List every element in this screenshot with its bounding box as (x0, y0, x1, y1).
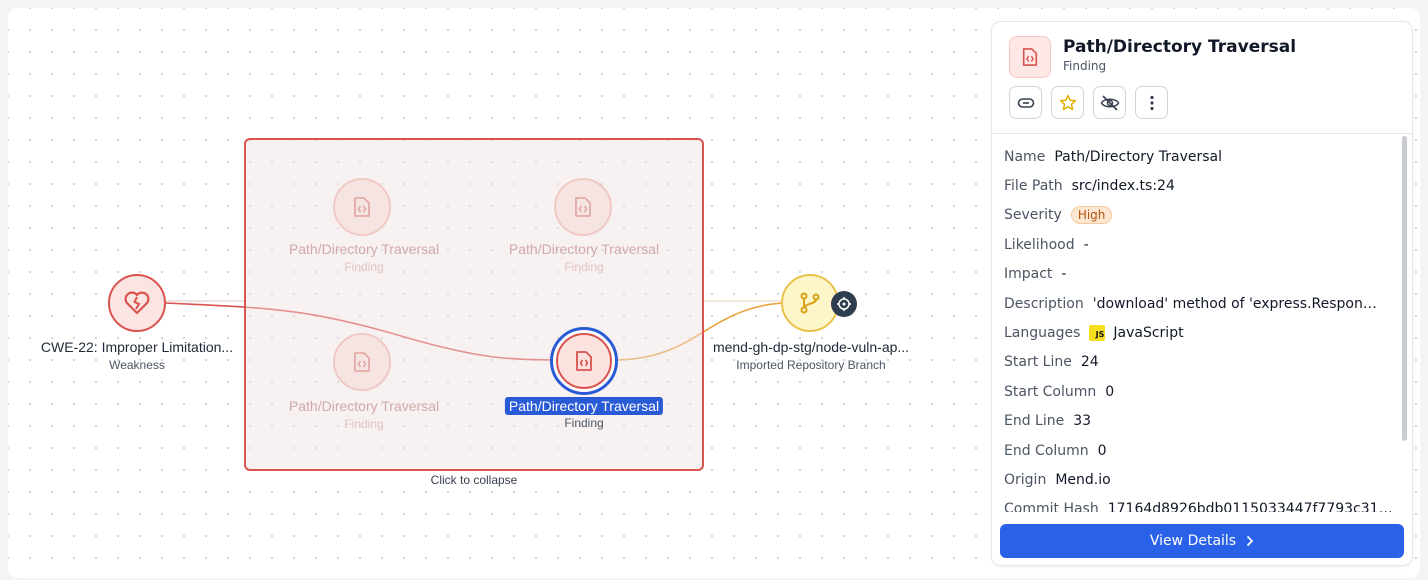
favorite-button[interactable] (1051, 86, 1084, 119)
weakness-circle[interactable] (108, 274, 166, 332)
branch-label: mend-gh-dp-stg/node-vuln-ap... (712, 339, 910, 355)
property-row-commit-hash: Commit Hash 17164d8926bdb0115033447f7793c… (1004, 495, 1394, 512)
link-icon (1017, 97, 1034, 108)
code-file-icon (576, 351, 592, 371)
view-details-label: View Details (1149, 533, 1237, 549)
weakness-sub: Weakness (109, 358, 165, 372)
property-value: 17164d8926bdb0115033447f7793c315… (1107, 501, 1394, 512)
property-row-description: Description 'download' method of 'express… (1004, 289, 1394, 318)
selected-ring[interactable] (550, 327, 618, 395)
finding-circle[interactable] (554, 178, 612, 236)
panel-title: Path/Directory Traversal (1063, 37, 1297, 57)
property-key: Severity (1004, 207, 1062, 224)
property-row-origin: Origin Mend.io (1004, 465, 1394, 494)
copy-link-button[interactable] (1009, 86, 1042, 119)
finding-label: Path/Directory Traversal (508, 241, 660, 257)
property-row-severity: Severity High (1004, 201, 1394, 230)
property-key: Commit Hash (1004, 501, 1099, 512)
more-vertical-icon (1149, 95, 1154, 110)
severity-badge: High (1070, 206, 1113, 225)
code-file-icon (1009, 36, 1051, 78)
property-value: 0 (1097, 442, 1107, 459)
panel-scrollbar[interactable] (1402, 136, 1407, 441)
detail-panel: Path/Directory Traversal Finding Name Pa… (991, 21, 1413, 566)
finding-circle[interactable] (333, 178, 391, 236)
property-key: Description (1004, 295, 1084, 312)
property-key: File Path (1004, 178, 1063, 195)
code-file-icon (354, 352, 370, 372)
property-row-end-line: End Line 33 (1004, 407, 1394, 436)
property-value: 33 (1073, 413, 1092, 430)
property-row-start-line: Start Line 24 (1004, 348, 1394, 377)
finding-circle[interactable] (556, 333, 612, 389)
broken-heart-icon (124, 291, 150, 315)
panel-header: Path/Directory Traversal Finding (992, 22, 1412, 134)
finding-circle[interactable] (333, 333, 391, 391)
property-value: - (1061, 266, 1067, 283)
panel-subtitle: Finding (1063, 59, 1107, 73)
finding-sub: Finding (344, 417, 384, 431)
property-key: Name (1004, 148, 1046, 165)
property-key: End Column (1004, 442, 1089, 459)
javascript-icon: JS (1089, 325, 1106, 342)
property-value: JavaScript (1113, 325, 1184, 342)
finding-group[interactable] (244, 138, 704, 471)
finding-sub: Finding (344, 260, 384, 274)
more-button[interactable] (1135, 86, 1168, 119)
property-row-languages: Languages JS JavaScript (1004, 318, 1394, 347)
property-key: End Line (1004, 413, 1065, 430)
finding-label: Path/Directory Traversal (288, 398, 440, 414)
eye-off-icon (1100, 94, 1119, 111)
property-row-end-column: End Column 0 (1004, 436, 1394, 465)
finding-sub: Finding (564, 260, 604, 274)
property-key: Likelihood (1004, 236, 1075, 253)
star-icon (1059, 94, 1076, 110)
finding-label: Path/Directory Traversal (288, 241, 440, 257)
property-value: - (1083, 236, 1089, 253)
property-value: 0 (1105, 383, 1115, 400)
finding-label-selected: Path/Directory Traversal (504, 397, 664, 415)
property-list: Name Path/Directory Traversal File Path sr… (1004, 142, 1394, 512)
property-row-likelihood: Likelihood - (1004, 230, 1394, 259)
property-value: Path/Directory Traversal (1054, 148, 1223, 165)
property-row-name: Name Path/Directory Traversal (1004, 142, 1394, 171)
weakness-label: CWE-22: Improper Limitation... (40, 339, 234, 355)
branch-sub: Imported Repository Branch (736, 358, 886, 372)
locate-button[interactable] (831, 291, 857, 317)
property-value: 'download' method of 'express.Response… (1092, 295, 1383, 312)
property-key: Impact (1004, 266, 1053, 283)
view-details-button[interactable]: View Details (1000, 524, 1404, 558)
property-row-impact: Impact - (1004, 260, 1394, 289)
chevron-right-icon (1246, 535, 1254, 547)
code-file-icon (575, 197, 591, 217)
property-value: src/index.ts:24 (1071, 178, 1175, 195)
property-row-file-path: File Path src/index.ts:24 (1004, 171, 1394, 200)
property-value: Mend.io (1055, 471, 1111, 488)
property-row-start-column: Start Column 0 (1004, 377, 1394, 406)
hide-button[interactable] (1093, 86, 1126, 119)
collapse-group-label[interactable]: Click to collapse (431, 473, 518, 487)
property-value: 24 (1080, 354, 1099, 371)
property-key: Start Column (1004, 383, 1097, 400)
property-key: Languages (1004, 325, 1081, 342)
git-branch-icon (800, 292, 820, 314)
property-key: Start Line (1004, 354, 1072, 371)
finding-sub: Finding (564, 416, 604, 430)
property-key: Origin (1004, 471, 1047, 488)
crosshair-icon (837, 297, 851, 311)
code-file-icon (354, 197, 370, 217)
